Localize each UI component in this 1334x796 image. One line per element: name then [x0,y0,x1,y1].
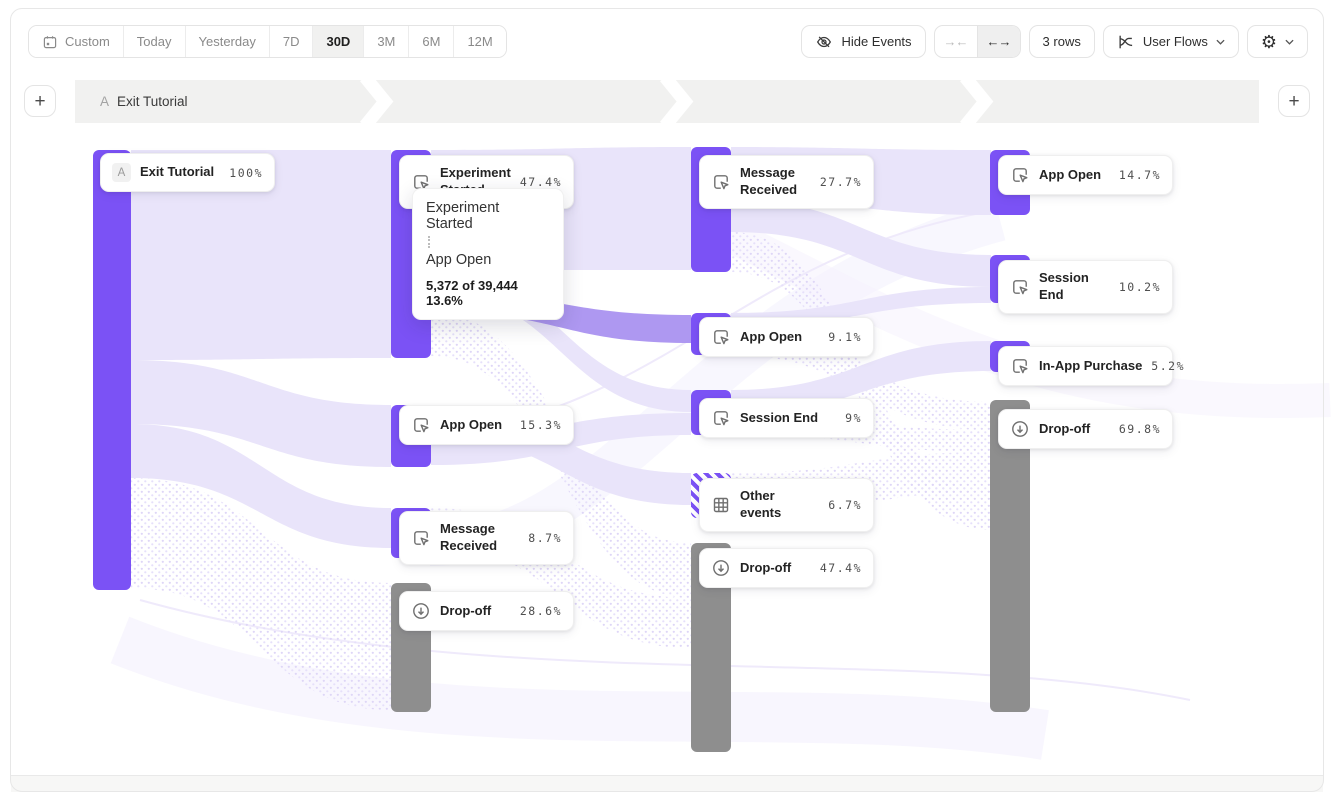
calendar-icon [42,34,58,50]
gear-icon: ⚙ [1261,33,1277,51]
node-bar-exit-tutorial[interactable] [93,150,131,590]
tooltip-target: App Open [426,252,550,268]
chevron-down-icon [1285,39,1294,45]
eye-off-icon [815,33,833,51]
node-percent: 27.7% [820,175,862,189]
flow-node-app-open-4[interactable]: App Open 14.7% [998,155,1173,195]
step-letter-badge: A [112,163,131,182]
date-range-custom[interactable]: Custom [29,26,123,57]
rows-button[interactable]: 3 rows [1029,25,1095,58]
step-prefix: A [100,94,109,109]
step-title: Exit Tutorial [117,94,188,109]
node-percent: 69.8% [1119,422,1161,436]
link-tooltip: Experiment Started App Open 5,372 of 39,… [412,188,564,320]
flow-node-exit-tutorial[interactable]: A Exit Tutorial 100% [100,153,275,192]
step-label[interactable]: A Exit Tutorial [100,80,188,123]
event-icon [1010,165,1030,185]
bottom-scroll-strip[interactable] [11,775,1323,792]
node-label: App Open [740,329,802,346]
width-toggle: →← ←→ [934,25,1021,58]
node-percent: 10.2% [1119,280,1161,294]
flow-node-other-events-3[interactable]: Other events 6.7% [699,478,874,532]
node-label: Session End [1039,270,1110,304]
hide-events-button[interactable]: Hide Events [801,25,925,58]
flow-node-dropoff-2[interactable]: Drop-off 28.6% [399,591,574,631]
date-range-selector: Custom Today Yesterday 7D 30D 3M 6M 12M [28,25,507,58]
settings-button[interactable]: ⚙ [1247,25,1308,58]
add-step-left-button[interactable]: + [24,85,56,117]
node-percent: 47.4% [820,561,862,575]
view-selector-button[interactable]: User Flows [1103,25,1239,58]
toolbar: Custom Today Yesterday 7D 30D 3M 6M 12M … [28,25,1308,58]
node-percent: 28.6% [520,604,562,618]
grid-icon [711,495,731,515]
tooltip-detail: 5,372 of 39,444 13.6% [426,278,550,308]
flow-node-session-end-3[interactable]: Session End 9% [699,398,874,438]
event-icon [711,172,731,192]
event-icon [711,408,731,428]
node-label: Other events [740,488,819,522]
node-percent: 6.7% [828,498,862,512]
expand-columns-button[interactable]: ←→ [977,26,1020,57]
flow-node-message-received-3[interactable]: Message Received 27.7% [699,155,874,209]
node-label: In-App Purchase [1039,358,1142,375]
node-percent: 14.7% [1119,168,1161,182]
node-percent: 8.7% [528,531,562,545]
date-range-6m[interactable]: 6M [408,26,453,57]
node-label: Exit Tutorial [140,164,214,181]
node-label: Session End [740,410,818,427]
date-range-today[interactable]: Today [123,26,185,57]
dropoff-icon [1010,419,1030,439]
user-flows-icon [1117,33,1135,51]
tooltip-connector [428,236,430,248]
event-icon [711,327,731,347]
step-header-band: A Exit Tutorial [75,80,1259,123]
node-label: App Open [1039,167,1101,184]
add-step-right-button[interactable]: + [1278,85,1310,117]
node-label: Message Received [440,521,519,555]
node-label: Message Received [740,165,811,199]
step-chevron-separators [75,80,1259,123]
date-range-3m[interactable]: 3M [363,26,408,57]
node-label: App Open [440,417,502,434]
node-percent: 47.4% [520,175,562,189]
node-label: Drop-off [740,560,791,577]
event-icon [411,415,431,435]
flow-node-app-open-2[interactable]: App Open 15.3% [399,405,574,445]
node-percent: 9% [845,411,862,425]
event-icon [1010,356,1030,376]
event-icon [411,528,431,548]
flow-node-message-received-2[interactable]: Message Received 8.7% [399,511,574,565]
flow-node-in-app-purchase-4[interactable]: In-App Purchase 5.2% [998,346,1173,386]
dropoff-icon [411,601,431,621]
flow-node-dropoff-3[interactable]: Drop-off 47.4% [699,548,874,588]
node-percent: 100% [229,166,263,180]
flow-node-session-end-4[interactable]: Session End 10.2% [998,260,1173,314]
node-percent: 5.2% [1151,359,1185,373]
date-range-7d[interactable]: 7D [269,26,313,57]
node-label: Drop-off [1039,421,1090,438]
node-label: Drop-off [440,603,491,620]
date-range-30d[interactable]: 30D [312,26,363,57]
node-percent: 9.1% [828,330,862,344]
flow-node-dropoff-4[interactable]: Drop-off 69.8% [998,409,1173,449]
event-icon [1010,277,1030,297]
date-range-12m[interactable]: 12M [453,26,505,57]
tooltip-source: Experiment Started [426,200,550,232]
chevron-down-icon [1216,39,1225,45]
toolbar-right: Hide Events →← ←→ 3 rows User Flows ⚙ [801,25,1308,58]
node-percent: 15.3% [520,418,562,432]
dropoff-icon [711,558,731,578]
flow-node-app-open-3[interactable]: App Open 9.1% [699,317,874,357]
date-range-yesterday[interactable]: Yesterday [185,26,269,57]
collapse-columns-button[interactable]: →← [935,26,977,57]
